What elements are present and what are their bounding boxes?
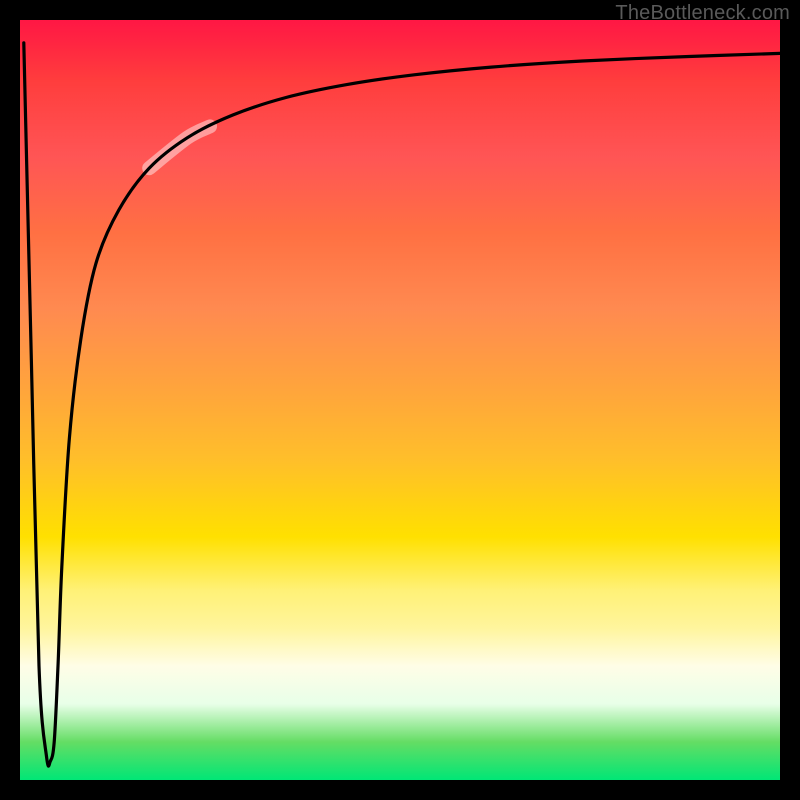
curve-highlight [149, 126, 210, 168]
watermark-text: TheBottleneck.com [615, 2, 790, 25]
plot-area [20, 20, 780, 780]
curve-svg [20, 20, 780, 780]
bottleneck-curve [24, 43, 780, 766]
chart-container: TheBottleneck.com [0, 0, 800, 800]
